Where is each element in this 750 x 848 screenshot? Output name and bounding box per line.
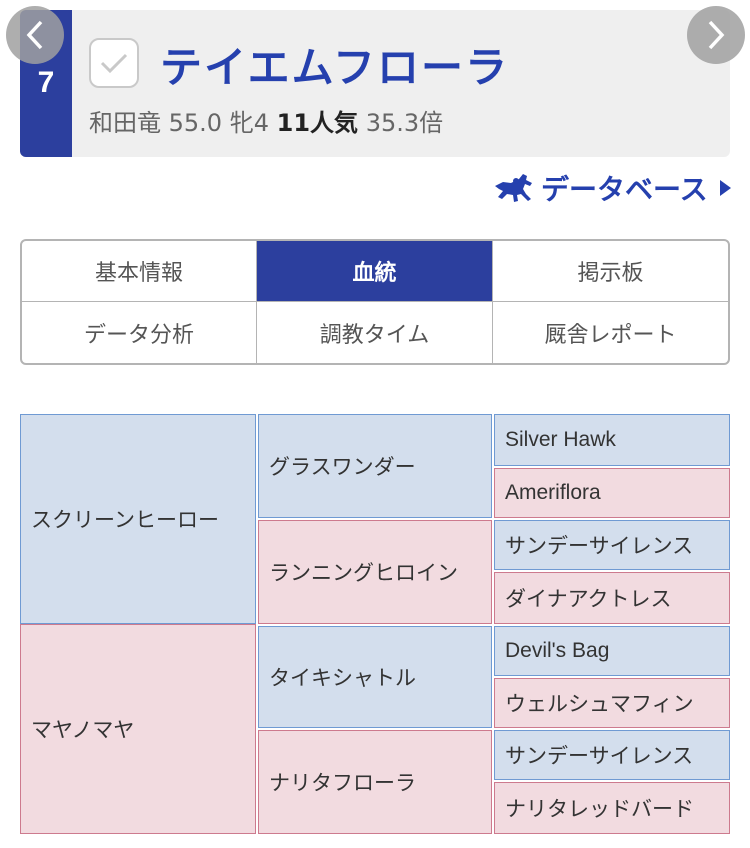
pedigree-dam: マヤノマヤ [20,624,256,834]
tab-pedigree[interactable]: 血統 [257,241,493,302]
favorite-checkbox[interactable] [89,38,139,88]
weight: 55.0 [168,109,223,137]
horse-info: 和田竜 55.0 牝4 11人気 35.3倍 [89,103,443,138]
pedigree-dds: サンデーサイレンス [494,730,730,780]
pedigree-dsd: ウェルシュマフィン [494,678,730,728]
racehorse-icon [495,174,532,202]
popularity: 11人気 [276,109,359,137]
horse-number: 7 [37,66,55,99]
database-link[interactable]: データベース [493,168,731,208]
pedigree-sss: Silver Hawk [494,414,730,466]
tab-basic-info[interactable]: 基本情報 [22,241,257,302]
pedigree-sire-sire: グラスワンダー [258,414,492,518]
odds: 35.3倍 [365,109,444,137]
jockey-name: 和田竜 [89,109,161,137]
pedigree-dam-sire: タイキシャトル [258,626,492,728]
pedigree-dam-dam: ナリタフローラ [258,730,492,834]
next-horse-button[interactable] [687,6,745,64]
sex-age: 牝4 [229,109,269,137]
pedigree-dss: Devil's Bag [494,626,730,676]
horse-name: テイエムフローラ [160,43,510,92]
info-tabs: 基本情報 血統 掲示板 データ分析 調教タイム 厩舎レポート [20,239,730,365]
horse-header-card: 7 テイエムフローラ 和田竜 55.0 牝4 11人気 35.3倍 [20,10,730,157]
database-link-label: データベース [541,173,708,206]
pedigree-table: スクリーンヒーロー マヤノマヤ グラスワンダー ランニングヒロイン タイキシャト… [20,414,730,834]
tab-stable-report[interactable]: 厩舎レポート [493,302,728,363]
tab-bulletin-board[interactable]: 掲示板 [493,241,728,302]
tab-training-time[interactable]: 調教タイム [257,302,493,363]
pedigree-ddd: ナリタレッドバード [494,782,730,834]
tab-data-analysis[interactable]: データ分析 [22,302,257,363]
previous-horse-button[interactable] [6,6,64,64]
chevron-left-icon [26,20,43,50]
chevron-right-icon [708,20,725,50]
pedigree-sire: スクリーンヒーロー [20,414,256,624]
pedigree-sds: サンデーサイレンス [494,520,730,570]
checkmark-icon [100,53,128,74]
triangle-right-icon [719,180,731,196]
pedigree-sdd: ダイナアクトレス [494,572,730,624]
pedigree-ssd: Ameriflora [494,468,730,518]
pedigree-sire-dam: ランニングヒロイン [258,520,492,624]
